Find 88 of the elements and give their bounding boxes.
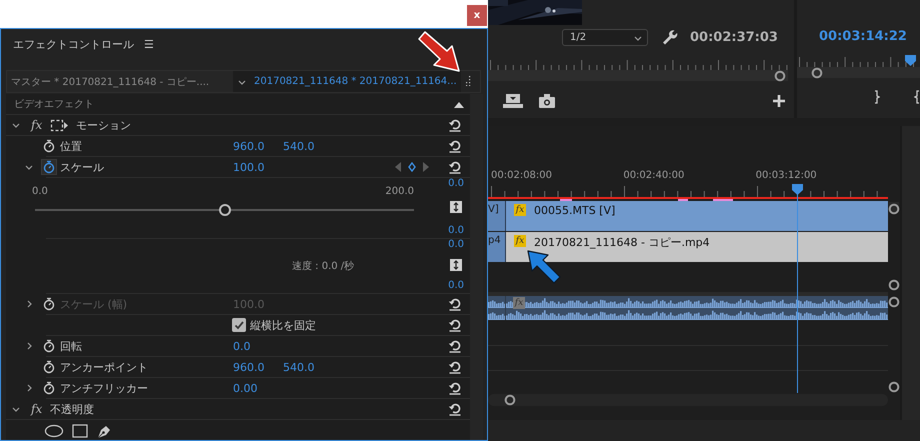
property-value[interactable]: 100.0 — [233, 160, 264, 174]
annotation-arrow — [526, 249, 562, 285]
mark-in-icon[interactable] — [914, 90, 920, 104]
timecode: 00:02:37:03 — [690, 30, 778, 45]
wrench-icon[interactable] — [662, 30, 678, 46]
fx-badge[interactable]: fx — [514, 235, 526, 247]
property-name: アンカーポイント — [60, 360, 149, 374]
reset-icon[interactable] — [448, 360, 462, 374]
menu-icon[interactable]: ☰ — [144, 38, 154, 50]
plus-icon[interactable] — [773, 95, 785, 107]
slider-min-label: 0.0 — [32, 186, 48, 197]
time-label: 00:02:08:00 — [491, 170, 554, 183]
fx-label: fx — [31, 118, 42, 132]
reset-icon[interactable] — [448, 139, 462, 153]
fx-badge[interactable]: fx — [514, 204, 526, 216]
graph-max-value: 0.0 — [448, 239, 464, 250]
reset-icon[interactable] — [448, 297, 462, 311]
checkbox[interactable] — [232, 318, 246, 332]
transform-icon[interactable] — [50, 118, 70, 132]
effect-name: 不透明度 — [50, 402, 94, 416]
reset-icon[interactable] — [448, 402, 462, 416]
stopwatch-icon[interactable] — [42, 381, 56, 395]
checkbox-label: 縦横比を固定 — [250, 318, 316, 332]
property-name: スケール (幅) — [60, 296, 128, 312]
property-name: アンチフリッカー — [60, 380, 149, 396]
zoom-handle-icon[interactable] — [774, 70, 786, 82]
property-value[interactable]: 0.0 — [233, 340, 250, 352]
zoom-handle-icon[interactable] — [504, 394, 516, 406]
resize-handle-icon[interactable] — [450, 259, 462, 271]
graph-min-value: 0.0 — [448, 225, 464, 236]
reset-icon[interactable] — [448, 318, 462, 332]
stopwatch-icon[interactable] — [42, 160, 56, 174]
playhead[interactable] — [792, 184, 803, 393]
slider-thumb[interactable] — [218, 204, 230, 216]
reset-icon[interactable] — [448, 118, 462, 132]
collapse-icon[interactable] — [454, 100, 464, 108]
clip[interactable]: fx 00055.MTS [V] — [506, 201, 888, 231]
playback-scrollbar[interactable] — [488, 70, 788, 81]
camera-icon[interactable] — [539, 94, 555, 108]
time-label: 00:02:40:00 — [623, 170, 686, 183]
panel-title: エフェクトコントロール — [13, 36, 134, 52]
clip[interactable]: p4 — [488, 232, 506, 262]
timecode: 00:03:14:22 — [819, 29, 908, 44]
time-label: 00:03:12:00 — [756, 170, 818, 183]
time-ruler[interactable] — [488, 58, 788, 70]
playback-scrollbar[interactable] — [797, 67, 920, 78]
fx-label: fx — [31, 402, 42, 416]
property-value[interactable]: 540.0 — [283, 140, 314, 152]
reset-icon[interactable] — [448, 339, 462, 353]
velocity-label: 速度 : 0.0 /秒 — [292, 260, 354, 273]
property-value[interactable]: 540.0 — [283, 360, 314, 374]
graph-min-value: 0.0 — [448, 280, 464, 291]
property-value[interactable]: 960.0 — [233, 360, 264, 374]
reset-icon[interactable] — [448, 160, 462, 174]
fx-badge[interactable]: fx — [513, 297, 525, 309]
effect-name: モーション — [76, 118, 132, 132]
property-name: スケール — [60, 160, 105, 174]
clip-name: 00055.MTS [V] — [534, 204, 616, 217]
zoom-handle-icon[interactable] — [811, 66, 823, 78]
graph-max-value: 0.0 — [448, 178, 464, 189]
clip[interactable]: V] — [488, 201, 506, 231]
section-title: ビデオエフェクト — [14, 98, 94, 111]
clip-name: 20170821_111648 - コピー.mp4 — [534, 235, 710, 250]
property-value[interactable]: 960.0 — [233, 140, 264, 152]
stopwatch-icon[interactable] — [42, 139, 56, 153]
keyframe-icon[interactable] — [408, 162, 416, 172]
scrollbar[interactable] — [488, 394, 888, 406]
rectangle-mask-icon[interactable] — [72, 424, 88, 438]
mark-out-icon[interactable] — [874, 90, 880, 104]
stopwatch-icon[interactable] — [42, 339, 56, 353]
property-name: 位置 — [60, 138, 83, 154]
slider-max-label: 200.0 — [385, 186, 414, 197]
property-value[interactable]: 0.00 — [233, 382, 258, 394]
ellipse-mask-icon[interactable] — [44, 424, 64, 438]
close-button[interactable]: x — [467, 5, 487, 26]
clip[interactable]: fx 20170821_111648 - コピー.mp4 — [506, 232, 888, 262]
stopwatch-icon[interactable] — [42, 360, 56, 374]
property-name: 回転 — [60, 338, 83, 354]
previous-keyframe-icon[interactable] — [395, 162, 401, 172]
resize-handle-icon[interactable] — [450, 201, 462, 213]
sequence-clip-dropdown[interactable]: 20170821_111648 * 20170821_11164... — [233, 71, 461, 92]
reset-icon[interactable] — [448, 381, 462, 395]
export-frame-icon[interactable] — [503, 94, 523, 108]
grip-icon[interactable] — [466, 76, 472, 86]
pen-icon[interactable] — [96, 423, 112, 439]
next-keyframe-icon[interactable] — [423, 162, 429, 172]
zoom-dropdown[interactable]: 1/2 — [562, 29, 648, 46]
timeline-ruler[interactable] — [488, 185, 888, 201]
